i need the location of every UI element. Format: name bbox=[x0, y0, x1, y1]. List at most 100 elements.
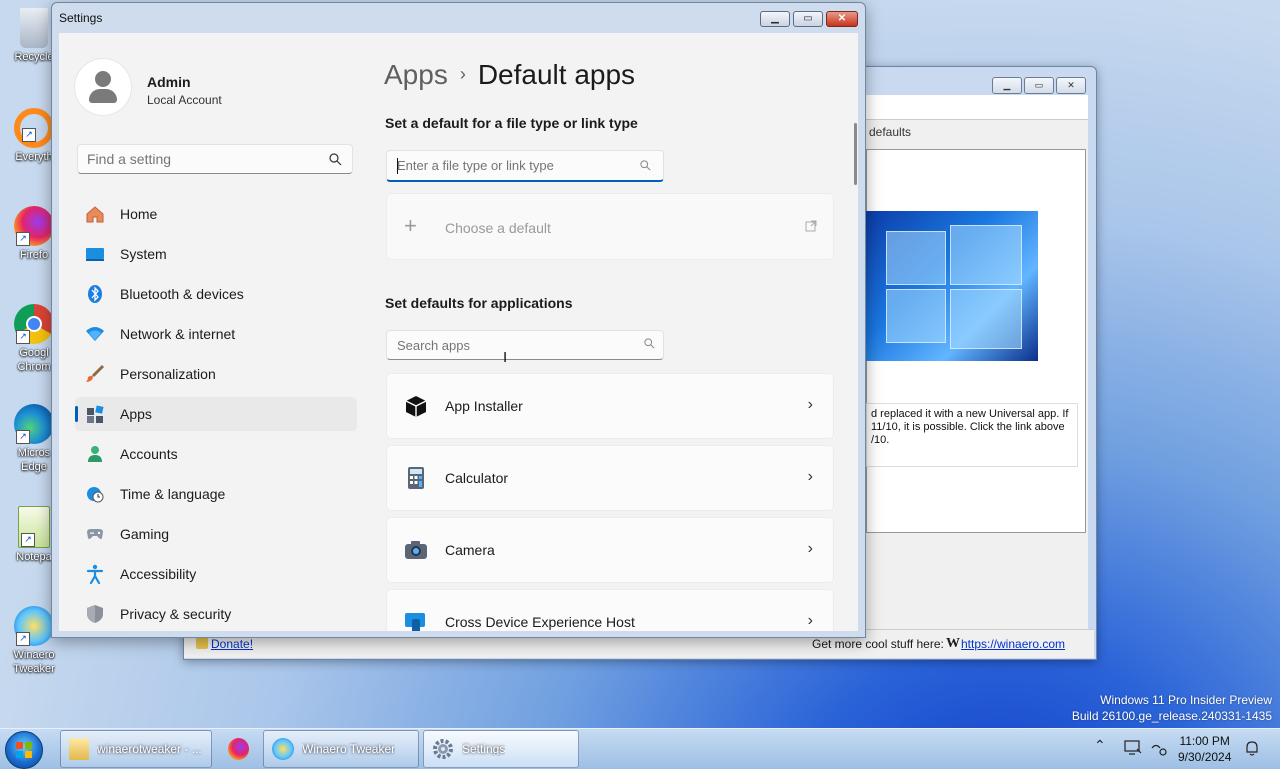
user-name: Admin bbox=[147, 74, 191, 90]
file-type-heading: Set a default for a file type or link ty… bbox=[385, 115, 638, 131]
title-bar[interactable]: Settings ▁ ▭ ✕ bbox=[52, 3, 865, 33]
app-label: Camera bbox=[445, 542, 495, 558]
gamepad-icon bbox=[87, 529, 103, 539]
breadcrumb-parent[interactable]: Apps bbox=[384, 59, 448, 90]
donate-link[interactable]: Donate! bbox=[211, 637, 253, 651]
clock[interactable]: 11:00 PM 9/30/2024 bbox=[1178, 733, 1231, 765]
windows-logo-image bbox=[866, 211, 1038, 361]
chevron-right-icon: › bbox=[807, 468, 813, 485]
folder-icon bbox=[69, 738, 89, 760]
defaults-label: defaults bbox=[869, 125, 912, 139]
settings-client: Admin Local Account Home System Bluetoot… bbox=[59, 33, 858, 631]
nav-item-privacy-security[interactable]: Privacy & security bbox=[75, 597, 357, 631]
search-icon[interactable] bbox=[329, 153, 342, 166]
donate-icon bbox=[196, 637, 208, 649]
app-item-calculator[interactable]: Calculator › bbox=[386, 445, 834, 511]
network-icon[interactable] bbox=[1151, 740, 1167, 756]
search-apps-box[interactable] bbox=[386, 330, 664, 360]
start-button[interactable] bbox=[5, 731, 43, 769]
text-cursor-icon: I bbox=[503, 349, 508, 366]
nav-item-time-language[interactable]: Time & language bbox=[75, 477, 357, 511]
avatar[interactable] bbox=[75, 59, 131, 115]
brush-icon bbox=[86, 364, 105, 382]
search-icon[interactable] bbox=[640, 160, 651, 171]
chevron-right-icon: › bbox=[807, 396, 813, 413]
desktop-icon-label: Winaero Tweaker bbox=[13, 649, 55, 675]
app-list: App Installer › Calculator › Camera › Cr… bbox=[386, 373, 834, 631]
nav-label: System bbox=[120, 246, 167, 262]
firefox-icon bbox=[228, 738, 249, 760]
description-text: d replaced it with a new Universal app. … bbox=[866, 403, 1078, 467]
shortcut-arrow-icon: ↗ bbox=[16, 632, 30, 646]
file-type-box[interactable] bbox=[386, 150, 664, 182]
bluetooth-icon bbox=[88, 285, 102, 303]
app-item-cross-device[interactable]: Cross Device Experience Host › bbox=[386, 589, 834, 631]
minimize-button[interactable]: ▁ bbox=[992, 77, 1022, 94]
winaero-tweaker-icon: ↗ bbox=[14, 606, 54, 646]
find-setting-input[interactable] bbox=[78, 145, 317, 173]
wifi-icon bbox=[86, 327, 104, 341]
everything-icon: ↗ bbox=[14, 108, 54, 148]
shortcut-arrow-icon: ↗ bbox=[22, 128, 36, 142]
taskbar-button-settings[interactable]: Settings bbox=[423, 730, 579, 768]
scrollbar-thumb[interactable] bbox=[854, 123, 857, 185]
cross-device-icon bbox=[405, 613, 425, 631]
winaero-w-icon: W bbox=[946, 636, 960, 651]
maximize-button[interactable]: ▭ bbox=[793, 11, 823, 27]
recycle-bin-icon bbox=[20, 8, 48, 48]
nav-item-system[interactable]: System bbox=[75, 237, 357, 271]
nav-item-accessibility[interactable]: Accessibility bbox=[75, 557, 357, 591]
user-icon bbox=[95, 71, 111, 87]
app-label: Calculator bbox=[445, 470, 509, 486]
taskbar-button-firefox[interactable] bbox=[218, 730, 258, 768]
nav-item-gaming[interactable]: Gaming bbox=[75, 517, 357, 551]
action-center-icon[interactable] bbox=[1124, 740, 1142, 756]
taskbar-label: winaerotweaker - ... bbox=[97, 742, 202, 756]
settings-window[interactable]: Settings ▁ ▭ ✕ Admin Local Account Home … bbox=[51, 2, 866, 638]
person-icon bbox=[88, 446, 102, 462]
find-setting-box[interactable] bbox=[77, 144, 353, 174]
plus-icon: + bbox=[404, 213, 417, 238]
chevron-up-icon[interactable]: ⌃ bbox=[1094, 737, 1106, 754]
apps-heading: Set defaults for applications bbox=[385, 295, 573, 311]
nav-label: Home bbox=[120, 206, 158, 222]
nav-item-apps[interactable]: Apps bbox=[75, 397, 357, 431]
watermark-line: Windows 11 Pro Insider Preview bbox=[1100, 693, 1272, 707]
nav-item-accounts[interactable]: Accounts bbox=[75, 437, 357, 471]
search-apps-input[interactable] bbox=[387, 331, 637, 359]
file-type-input[interactable] bbox=[387, 151, 637, 179]
app-item-camera[interactable]: Camera › bbox=[386, 517, 834, 583]
minimize-button[interactable]: ▁ bbox=[760, 11, 790, 27]
nav-item-home[interactable]: Home bbox=[75, 197, 357, 231]
app-installer-icon bbox=[405, 396, 427, 417]
nav-item-personalization[interactable]: Personalization bbox=[75, 357, 357, 391]
app-label: Cross Device Experience Host bbox=[445, 614, 635, 630]
taskbar-button-winaero[interactable]: Winaero Tweaker bbox=[263, 730, 419, 768]
breadcrumb: Apps › Default apps bbox=[384, 59, 635, 91]
nav-label: Apps bbox=[120, 406, 152, 422]
window-title: Settings bbox=[59, 11, 103, 25]
chrome-icon: ↗ bbox=[14, 304, 54, 344]
page-title: Default apps bbox=[477, 59, 636, 90]
nav-label: Time & language bbox=[120, 486, 226, 502]
notification-bell-icon[interactable] bbox=[1244, 739, 1260, 757]
close-button[interactable]: ✕ bbox=[826, 11, 858, 27]
edge-icon: ↗ bbox=[14, 404, 54, 444]
winaero-link[interactable]: https://winaero.com bbox=[961, 637, 1065, 651]
tab-strip bbox=[866, 95, 1088, 120]
text-caret bbox=[397, 158, 398, 174]
taskbar-button-explorer[interactable]: winaerotweaker - ... bbox=[60, 730, 212, 768]
desktop-icon-label: Micros Edge bbox=[17, 447, 51, 473]
nav-item-network[interactable]: Network & internet bbox=[75, 317, 357, 351]
nav-label: Accessibility bbox=[120, 566, 197, 582]
shortcut-arrow-icon: ↗ bbox=[16, 430, 30, 444]
close-button[interactable]: ✕ bbox=[1056, 77, 1086, 94]
search-icon[interactable] bbox=[644, 338, 655, 349]
app-item-app-installer[interactable]: App Installer › bbox=[386, 373, 834, 439]
taskbar-label: Settings bbox=[462, 742, 506, 756]
winaero-tweaker-icon bbox=[272, 738, 294, 760]
nav-item-bluetooth[interactable]: Bluetooth & devices bbox=[75, 277, 357, 311]
apps-icon bbox=[87, 405, 104, 423]
maximize-button[interactable]: ▭ bbox=[1024, 77, 1054, 94]
open-external-icon bbox=[805, 220, 817, 232]
